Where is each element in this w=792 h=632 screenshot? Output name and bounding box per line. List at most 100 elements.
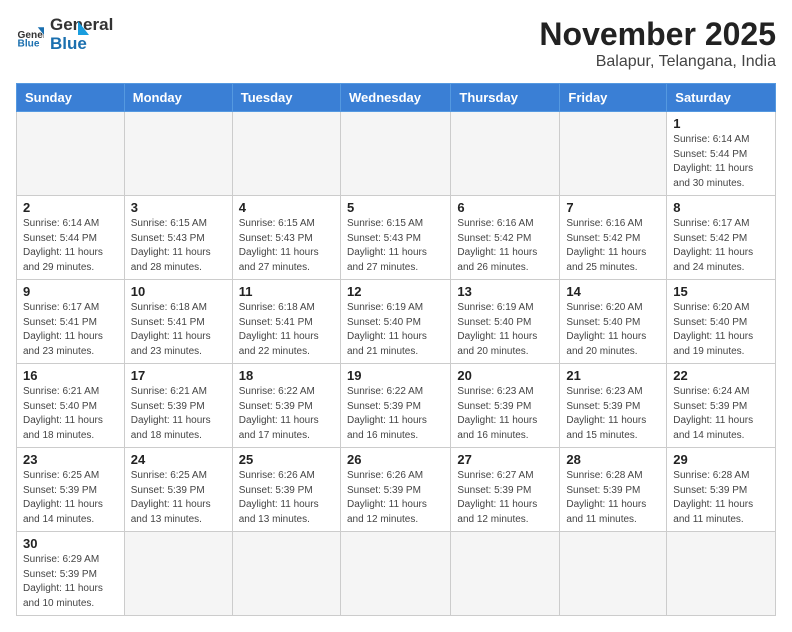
calendar-cell (232, 112, 340, 196)
weekday-header-friday: Friday (560, 84, 667, 112)
day-info: Sunrise: 6:19 AM Sunset: 5:40 PM Dayligh… (457, 301, 553, 359)
day-number: 12 (347, 284, 444, 299)
weekday-header-thursday: Thursday (451, 84, 560, 112)
day-info: Sunrise: 6:22 AM Sunset: 5:39 PM Dayligh… (239, 385, 334, 443)
day-number: 11 (239, 284, 334, 299)
calendar-cell: 2 Sunrise: 6:14 AM Sunset: 5:44 PM Daylig… (17, 196, 125, 280)
calendar-cell: 7Sunrise: 6:16 AM Sunset: 5:42 PM Daylig… (560, 196, 667, 280)
calendar-cell: 13 Sunrise: 6:19 AM Sunset: 5:40 PM Dayli… (451, 280, 560, 364)
day-info: Sunrise: 6:23 AM Sunset: 5:39 PM Dayligh… (457, 385, 553, 443)
calendar-cell (667, 532, 776, 616)
day-number: 13 (457, 284, 553, 299)
day-number: 2 (23, 200, 118, 215)
page-header: General Blue General Blue November 2025 … (16, 16, 776, 71)
calendar-cell: 21 Sunrise: 6:23 AM Sunset: 5:39 PM Dayli… (560, 364, 667, 448)
calendar-cell (17, 112, 125, 196)
calendar-cell (451, 112, 560, 196)
day-info: Sunrise: 6:23 AM Sunset: 5:39 PM Dayligh… (566, 385, 660, 443)
day-number: 30 (23, 536, 118, 551)
day-number: 10 (131, 284, 226, 299)
day-info: Sunrise: 6:16 AM Sunset: 5:42 PM Dayligh… (566, 217, 660, 275)
day-info: Sunrise: 6:25 AM Sunset: 5:39 PM Dayligh… (23, 469, 118, 527)
weekday-header-monday: Monday (124, 84, 232, 112)
calendar-cell: 19 Sunrise: 6:22 AM Sunset: 5:39 PM Dayli… (340, 364, 450, 448)
weekday-header-sunday: Sunday (17, 84, 125, 112)
day-number: 16 (23, 368, 118, 383)
day-info: Sunrise: 6:28 AM Sunset: 5:39 PM Dayligh… (566, 469, 660, 527)
day-info: Sunrise: 6:18 AM Sunset: 5:41 PM Dayligh… (239, 301, 334, 359)
calendar-cell (451, 532, 560, 616)
day-number: 3 (131, 200, 226, 215)
day-number: 9 (23, 284, 118, 299)
calendar-cell: 25 Sunrise: 6:26 AM Sunset: 5:39 PM Dayli… (232, 448, 340, 532)
calendar-cell: 29Sunrise: 6:28 AM Sunset: 5:39 PM Dayli… (667, 448, 776, 532)
calendar-cell: 28Sunrise: 6:28 AM Sunset: 5:39 PM Dayli… (560, 448, 667, 532)
calendar-cell: 27 Sunrise: 6:27 AM Sunset: 5:39 PM Dayli… (451, 448, 560, 532)
calendar-cell: 5 Sunrise: 6:15 AM Sunset: 5:43 PM Daylig… (340, 196, 450, 280)
day-info: Sunrise: 6:21 AM Sunset: 5:40 PM Dayligh… (23, 385, 118, 443)
weekday-header-saturday: Saturday (667, 84, 776, 112)
day-info: Sunrise: 6:15 AM Sunset: 5:43 PM Dayligh… (131, 217, 226, 275)
day-number: 4 (239, 200, 334, 215)
day-number: 6 (457, 200, 553, 215)
logo-icon: General Blue (16, 21, 44, 49)
day-number: 25 (239, 452, 334, 467)
calendar-cell: 6 Sunrise: 6:16 AM Sunset: 5:42 PM Daylig… (451, 196, 560, 280)
calendar-cell: 16 Sunrise: 6:21 AM Sunset: 5:40 PM Dayli… (17, 364, 125, 448)
calendar-week-row: 16 Sunrise: 6:21 AM Sunset: 5:40 PM Dayli… (17, 364, 776, 448)
day-number: 18 (239, 368, 334, 383)
calendar-cell: 9 Sunrise: 6:17 AM Sunset: 5:41 PM Daylig… (17, 280, 125, 364)
calendar-cell: 14Sunrise: 6:20 AM Sunset: 5:40 PM Dayli… (560, 280, 667, 364)
day-number: 8 (673, 200, 769, 215)
day-number: 27 (457, 452, 553, 467)
day-number: 1 (673, 116, 769, 131)
calendar-table: SundayMondayTuesdayWednesdayThursdayFrid… (16, 83, 776, 616)
calendar-cell (232, 532, 340, 616)
svg-text:Blue: Blue (18, 38, 40, 48)
day-info: Sunrise: 6:19 AM Sunset: 5:40 PM Dayligh… (347, 301, 444, 359)
calendar-cell: 15Sunrise: 6:20 AM Sunset: 5:40 PM Dayli… (667, 280, 776, 364)
day-info: Sunrise: 6:21 AM Sunset: 5:39 PM Dayligh… (131, 385, 226, 443)
calendar-week-row: 2 Sunrise: 6:14 AM Sunset: 5:44 PM Daylig… (17, 196, 776, 280)
calendar-cell (340, 532, 450, 616)
location-subtitle: Balapur, Telangana, India (539, 53, 776, 71)
day-number: 20 (457, 368, 553, 383)
day-info: Sunrise: 6:24 AM Sunset: 5:39 PM Dayligh… (673, 385, 769, 443)
day-number: 21 (566, 368, 660, 383)
calendar-cell: 11 Sunrise: 6:18 AM Sunset: 5:41 PM Dayli… (232, 280, 340, 364)
day-info: Sunrise: 6:18 AM Sunset: 5:41 PM Dayligh… (131, 301, 226, 359)
day-info: Sunrise: 6:15 AM Sunset: 5:43 PM Dayligh… (347, 217, 444, 275)
calendar-week-row: 1 Sunrise: 6:14 AM Sunset: 5:44 PM Daylig… (17, 112, 776, 196)
calendar-cell: 4Sunrise: 6:15 AM Sunset: 5:43 PM Daylig… (232, 196, 340, 280)
calendar-week-row: 30Sunrise: 6:29 AM Sunset: 5:39 PM Dayli… (17, 532, 776, 616)
logo-triangle-icon (67, 19, 89, 41)
calendar-cell: 17Sunrise: 6:21 AM Sunset: 5:39 PM Dayli… (124, 364, 232, 448)
day-number: 19 (347, 368, 444, 383)
day-info: Sunrise: 6:22 AM Sunset: 5:39 PM Dayligh… (347, 385, 444, 443)
calendar-cell: 12 Sunrise: 6:19 AM Sunset: 5:40 PM Dayli… (340, 280, 450, 364)
day-info: Sunrise: 6:25 AM Sunset: 5:39 PM Dayligh… (131, 469, 226, 527)
day-info: Sunrise: 6:14 AM Sunset: 5:44 PM Dayligh… (673, 133, 769, 191)
day-number: 26 (347, 452, 444, 467)
calendar-cell (340, 112, 450, 196)
calendar-cell: 20 Sunrise: 6:23 AM Sunset: 5:39 PM Dayli… (451, 364, 560, 448)
day-info: Sunrise: 6:16 AM Sunset: 5:42 PM Dayligh… (457, 217, 553, 275)
day-number: 22 (673, 368, 769, 383)
day-info: Sunrise: 6:20 AM Sunset: 5:40 PM Dayligh… (566, 301, 660, 359)
day-number: 5 (347, 200, 444, 215)
calendar-cell: 3 Sunrise: 6:15 AM Sunset: 5:43 PM Daylig… (124, 196, 232, 280)
calendar-cell: 18 Sunrise: 6:22 AM Sunset: 5:39 PM Dayli… (232, 364, 340, 448)
day-info: Sunrise: 6:27 AM Sunset: 5:39 PM Dayligh… (457, 469, 553, 527)
day-info: Sunrise: 6:26 AM Sunset: 5:39 PM Dayligh… (239, 469, 334, 527)
calendar-cell: 24Sunrise: 6:25 AM Sunset: 5:39 PM Dayli… (124, 448, 232, 532)
calendar-cell: 26 Sunrise: 6:26 AM Sunset: 5:39 PM Dayli… (340, 448, 450, 532)
day-info: Sunrise: 6:26 AM Sunset: 5:39 PM Dayligh… (347, 469, 444, 527)
logo: General Blue General Blue (16, 16, 89, 53)
calendar-cell (560, 112, 667, 196)
day-info: Sunrise: 6:17 AM Sunset: 5:41 PM Dayligh… (23, 301, 118, 359)
calendar-cell: 30Sunrise: 6:29 AM Sunset: 5:39 PM Dayli… (17, 532, 125, 616)
day-info: Sunrise: 6:14 AM Sunset: 5:44 PM Dayligh… (23, 217, 118, 275)
month-title: November 2025 (539, 16, 776, 53)
calendar-cell: 8Sunrise: 6:17 AM Sunset: 5:42 PM Daylig… (667, 196, 776, 280)
calendar-cell (560, 532, 667, 616)
